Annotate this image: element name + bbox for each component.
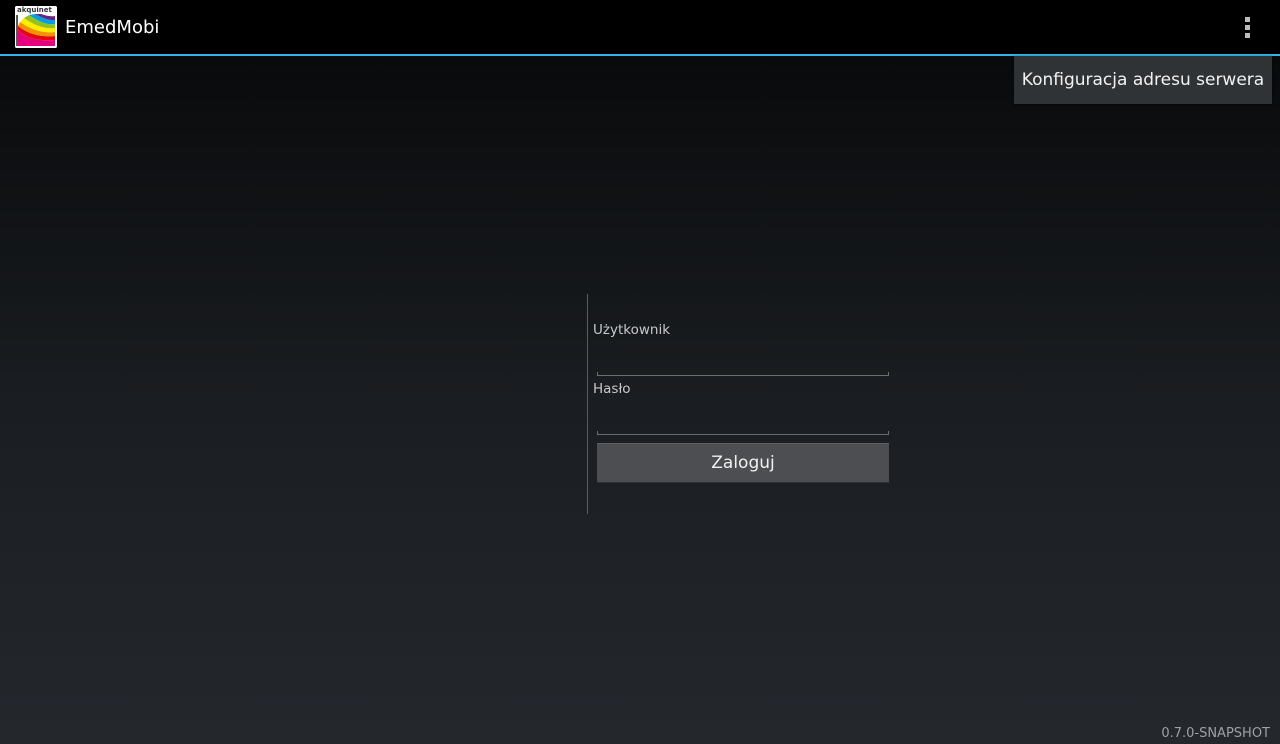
overflow-popup-menu: Konfiguracja adresu serwera [1014, 56, 1272, 104]
username-input[interactable] [597, 355, 889, 376]
version-label: 0.7.0-SNAPSHOT [1161, 726, 1270, 741]
password-underline-edge [597, 431, 598, 435]
action-bar: akquinet EmedMobi [0, 0, 1280, 56]
username-underline-edge [888, 372, 889, 376]
username-label: Użytkownik [593, 322, 671, 338]
overflow-menu-icon[interactable] [1236, 14, 1260, 42]
app-logo-icon[interactable]: akquinet [15, 6, 57, 48]
login-form: Użytkownik Hasło Zaloguj [587, 294, 898, 514]
app-screen: akquinet EmedMobi Konfiguracja adresu se… [0, 0, 1280, 744]
login-button[interactable]: Zaloguj [597, 443, 889, 483]
logo-brand-text: akquinet [17, 6, 52, 14]
password-underline-edge [888, 431, 889, 435]
overflow-dot [1245, 17, 1250, 22]
menu-item-server-config[interactable]: Konfiguracja adresu serwera [1014, 56, 1272, 104]
overflow-dot [1245, 33, 1250, 38]
password-label: Hasło [593, 381, 631, 397]
app-title: EmedMobi [65, 17, 160, 38]
overflow-dot [1245, 25, 1250, 30]
password-input[interactable] [597, 414, 889, 435]
username-underline-edge [597, 372, 598, 376]
